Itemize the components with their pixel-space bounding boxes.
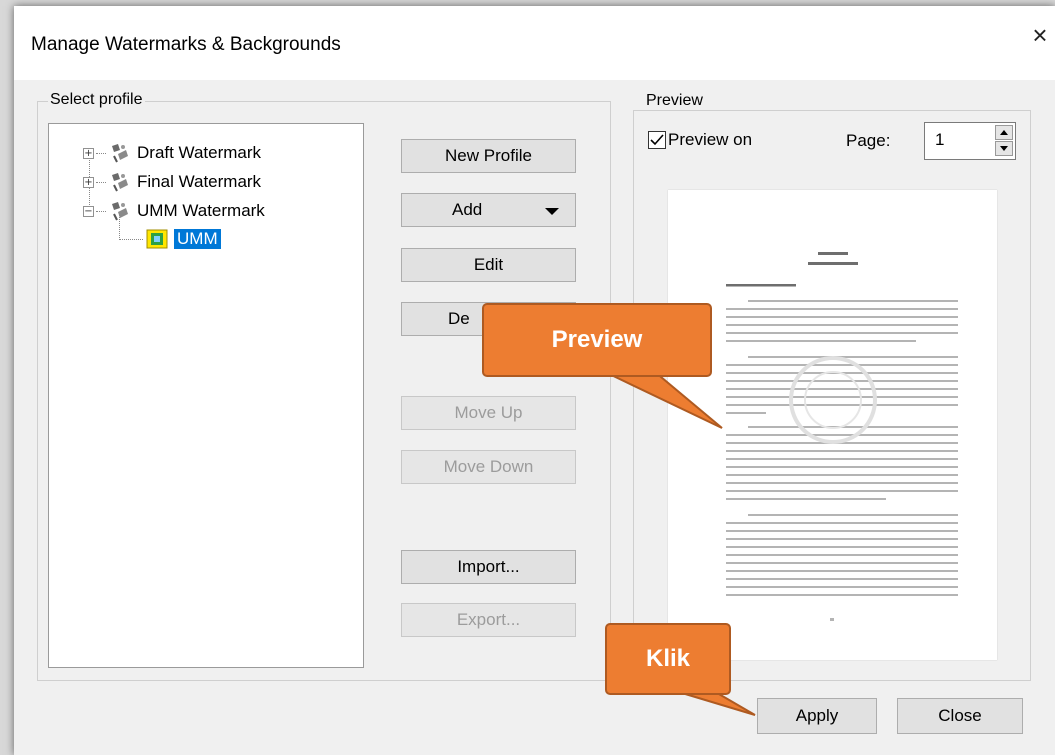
tree-item-umm-watermark[interactable]: − UMM Watermark — [83, 199, 265, 223]
preview-callout-label: Preview — [482, 303, 712, 377]
title-bar: Manage Watermarks & Backgrounds × — [14, 6, 1055, 80]
arrow-up-icon — [1000, 130, 1008, 135]
select-profile-legend: Select profile — [48, 91, 145, 109]
klik-callout-label: Klik — [605, 623, 731, 695]
watermark-profile-icon — [112, 202, 128, 221]
arrow-down-icon — [1000, 146, 1008, 151]
checkbox-checked-icon — [648, 131, 666, 149]
window-title: Manage Watermarks & Backgrounds — [31, 34, 341, 55]
preview-on-checkbox[interactable]: Preview on — [648, 130, 752, 150]
expand-icon[interactable]: + — [83, 176, 94, 188]
move-down-button[interactable]: Move Down — [401, 450, 576, 484]
collapse-icon[interactable]: − — [83, 205, 94, 217]
document-preview-graphic — [726, 252, 958, 621]
profile-tree[interactable]: + Draft Watermark + Final Watermark − UM… — [48, 123, 364, 668]
page-spinner[interactable]: 1 — [924, 122, 1016, 160]
close-icon[interactable]: × — [1027, 22, 1053, 48]
preview-page — [668, 190, 997, 660]
tree-item-label: UMM Watermark — [137, 201, 265, 220]
watermark-seal-icon — [789, 356, 877, 444]
move-up-button[interactable]: Move Up — [401, 396, 576, 430]
tree-item-draft-watermark[interactable]: + Draft Watermark — [83, 141, 261, 165]
close-button[interactable]: Close — [897, 698, 1023, 734]
new-profile-button[interactable]: New Profile — [401, 139, 576, 173]
expand-icon[interactable]: + — [83, 147, 94, 159]
import-button[interactable]: Import... — [401, 550, 576, 584]
delete-label: De — [448, 309, 470, 328]
preview-on-label: Preview on — [668, 130, 753, 149]
apply-button[interactable]: Apply — [757, 698, 877, 734]
spin-up-button[interactable] — [995, 125, 1013, 140]
tree-item-label: Draft Watermark — [137, 143, 262, 162]
watermark-profile-icon — [112, 173, 128, 192]
edit-button[interactable]: Edit — [401, 248, 576, 282]
spin-down-button[interactable] — [995, 141, 1013, 156]
tree-item-label: Final Watermark — [137, 172, 262, 191]
watermark-profile-icon — [112, 144, 128, 163]
preview-legend: Preview — [644, 92, 705, 110]
add-dropdown-button[interactable]: Add — [401, 193, 576, 227]
tree-item-umm[interactable]: UMM — [119, 227, 221, 251]
export-button[interactable]: Export... — [401, 603, 576, 637]
add-label: Add — [452, 200, 483, 219]
page-input[interactable]: 1 — [935, 130, 944, 150]
image-watermark-icon — [146, 229, 168, 249]
tree-item-final-watermark[interactable]: + Final Watermark — [83, 170, 261, 194]
tree-item-label: UMM — [174, 229, 221, 249]
dropdown-arrow-icon — [545, 208, 559, 215]
page-label: Page: — [846, 131, 891, 150]
